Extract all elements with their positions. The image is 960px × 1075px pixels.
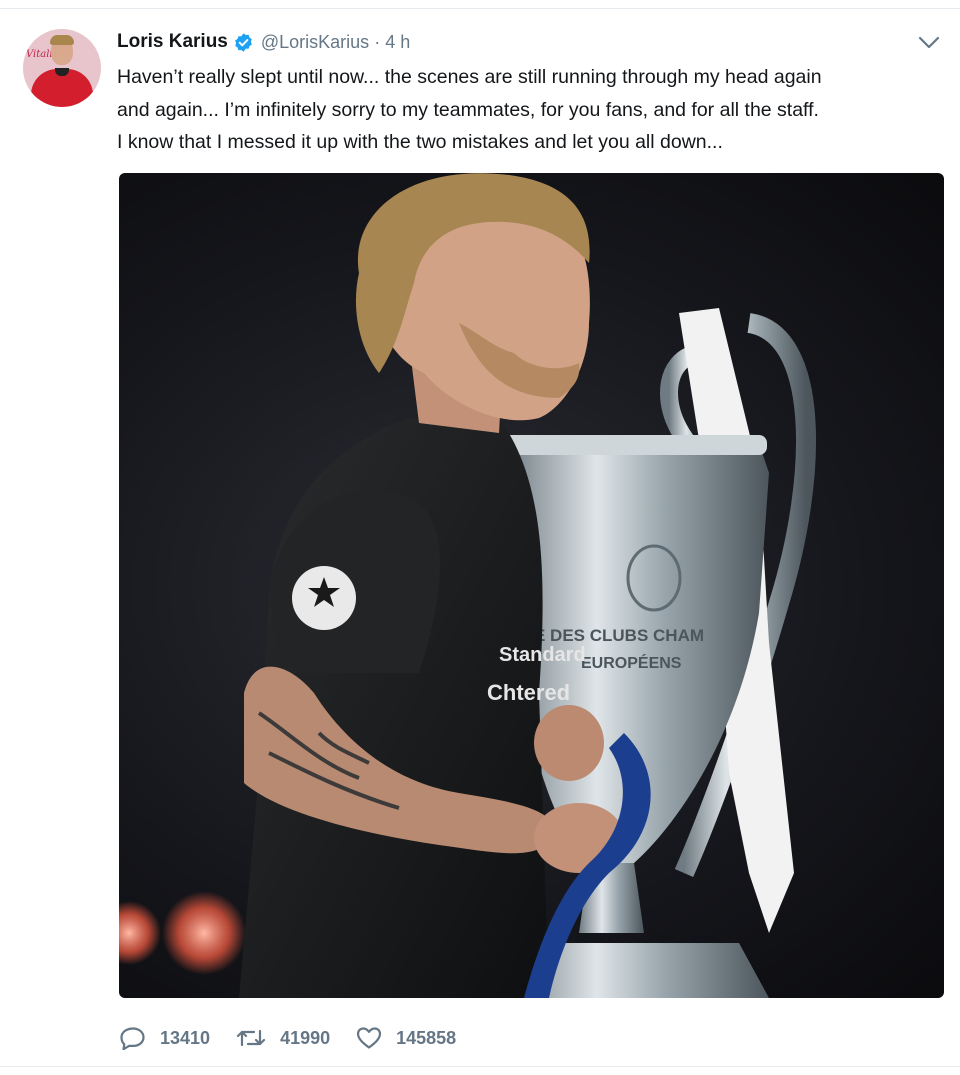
trophy-inscription: EUROPÉENS xyxy=(581,653,682,672)
tweet-actions: 13410 41990 145858 xyxy=(120,1022,482,1054)
tweet-text-line: Haven’t really slept until now... the sc… xyxy=(117,66,822,88)
verified-badge-icon xyxy=(233,32,254,53)
display-name[interactable]: Loris Karius xyxy=(117,31,228,53)
chevron-down-icon[interactable] xyxy=(918,36,940,50)
heart-icon xyxy=(356,1026,382,1050)
bottom-divider xyxy=(0,1066,960,1067)
retweet-count: 41990 xyxy=(280,1027,331,1048)
photo-illustration: E DES CLUBS CHAM EUROPÉENS Standard Chte… xyxy=(119,173,817,998)
tweet-header: Loris Karius @LorisKarius · 4 h xyxy=(117,29,410,55)
timestamp[interactable]: 4 h xyxy=(385,32,410,53)
avatar[interactable]: Vitality xyxy=(23,29,101,107)
tweet-text-line: and again... I’m infinitely sorry to my … xyxy=(117,98,819,121)
trophy-inscription: E DES CLUBS CHAM xyxy=(534,626,704,645)
avatar-hair xyxy=(50,35,74,45)
tweet-photo[interactable]: E DES CLUBS CHAM EUROPÉENS Standard Chte… xyxy=(119,173,944,998)
retweet-icon xyxy=(236,1026,266,1050)
like-count: 145858 xyxy=(396,1027,457,1048)
like-button[interactable]: 145858 xyxy=(356,1026,456,1050)
user-handle[interactable]: @LorisKarius xyxy=(261,32,369,53)
retweet-button[interactable]: 41990 xyxy=(236,1026,330,1050)
stadium-light xyxy=(162,891,246,975)
trophy-rim xyxy=(497,435,767,455)
reply-icon xyxy=(120,1026,146,1050)
tweet-text-line: I know that I messed it up with the two … xyxy=(117,131,723,153)
player-hand xyxy=(534,705,604,781)
separator-dot: · xyxy=(374,31,381,52)
top-divider xyxy=(0,8,960,9)
tweet-text: Haven’t really slept until now... the sc… xyxy=(117,61,947,159)
reply-count: 13410 xyxy=(160,1027,211,1048)
stadium-light xyxy=(119,901,161,965)
shirt-sponsor: Standard xyxy=(499,644,586,666)
reply-button[interactable]: 13410 xyxy=(120,1026,210,1050)
shirt-sponsor: Chtered xyxy=(487,680,570,705)
